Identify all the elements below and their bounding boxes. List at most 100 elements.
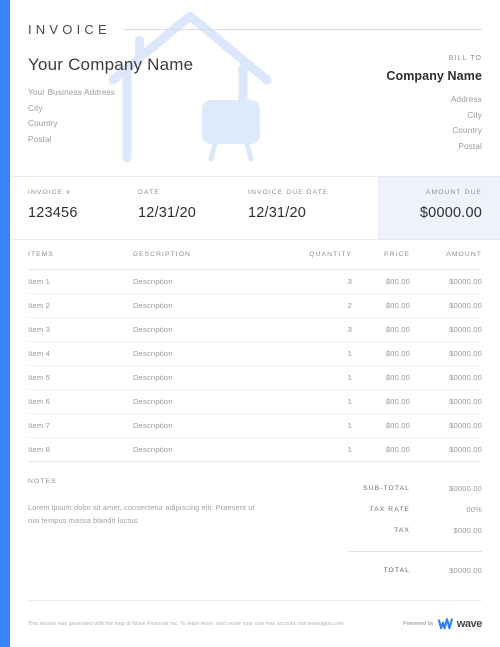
sender-country[interactable]: Country	[28, 116, 193, 132]
invoice-due-date-label: INVOICE DUE DATE	[248, 189, 329, 196]
price-cell: $00.00	[385, 325, 410, 334]
description-cell: Description	[133, 397, 173, 406]
quantity-cell: 1	[347, 373, 352, 382]
description-cell: Description	[133, 349, 173, 358]
items-table-header: ITEMS DESCRIPTION QUANTITY PRICE AMOUNT	[28, 240, 482, 270]
table-row[interactable]: Item 6 Description 1 $00.00 $0000.00	[28, 390, 482, 414]
tax-rate-value[interactable]: 00%	[420, 505, 482, 514]
total-value: $0000.00	[449, 566, 482, 575]
amount-due-label: AMOUNT DUE	[425, 189, 482, 196]
notes-block: NOTES Lorem ipsum dolor sit amet, consec…	[28, 478, 318, 581]
left-accent-bar	[0, 0, 10, 647]
powered-by-block: Powered by wave	[403, 618, 482, 630]
column-header-price: PRICE	[383, 251, 410, 258]
price-cell: $00.00	[385, 445, 410, 454]
amount-cell: $0000.00	[449, 301, 482, 310]
tax-rate-row: TAX RATE 00%	[318, 499, 482, 520]
sender-address-line[interactable]: Your Business Address	[28, 85, 193, 101]
column-header-quantity: QUANTITY	[309, 251, 352, 258]
description-cell: Description	[133, 301, 173, 310]
invoice-number-value[interactable]: 123456	[28, 205, 138, 221]
bill-to-company-name[interactable]: Company Name	[386, 69, 482, 83]
amount-cell: $0000.00	[449, 421, 482, 430]
invoice-meta-fields: INVOICE # 123456 DATE 12/31/20 INVOICE D…	[10, 177, 378, 239]
powered-by-label: Powered by	[403, 621, 434, 627]
sub-total-row: SUB-TOTAL $0000.00	[318, 478, 482, 499]
bill-to-country[interactable]: Country	[386, 123, 482, 139]
item-cell: Item 4	[28, 349, 51, 358]
amount-cell: $0000.00	[449, 445, 482, 454]
sender-city[interactable]: City	[28, 101, 193, 117]
table-row[interactable]: Item 8 Description 1 $00.00 $0000.00	[28, 438, 482, 462]
invoice-header: Your Company Name Your Business Address …	[10, 37, 500, 154]
item-cell: Item 6	[28, 397, 51, 406]
invoice-title-row: INVOICE	[10, 0, 500, 37]
totals-divider	[348, 551, 482, 552]
invoice-date-label: DATE	[138, 189, 160, 196]
quantity-cell: 3	[347, 325, 352, 334]
wave-wordmark: wave	[456, 618, 483, 630]
price-cell: $00.00	[385, 277, 410, 286]
table-row[interactable]: Item 2 Description 2 $00.00 $0000.00	[28, 294, 482, 318]
invoice-due-date-field: INVOICE DUE DATE 12/31/20	[248, 189, 378, 239]
invoice-number-label: INVOICE #	[28, 189, 72, 196]
description-cell: Description	[133, 325, 173, 334]
footer-divider	[28, 600, 482, 601]
column-header-items: ITEMS	[28, 251, 55, 258]
sender-company-name[interactable]: Your Company Name	[28, 55, 193, 75]
tax-row: TAX $000.00	[318, 520, 482, 541]
page-footer: This invoice was generated with the help…	[28, 618, 482, 630]
table-row[interactable]: Item 1 Description 3 $00.00 $0000.00	[28, 270, 482, 294]
total-row: TOTAL $0000.00	[318, 560, 482, 581]
description-cell: Description	[133, 277, 173, 286]
table-row[interactable]: Item 3 Description 3 $00.00 $0000.00	[28, 318, 482, 342]
invoice-due-date-value[interactable]: 12/31/20	[248, 205, 378, 221]
wave-logo-icon	[437, 618, 453, 630]
totals-block: SUB-TOTAL $0000.00 TAX RATE 00% TAX $000…	[318, 478, 482, 581]
item-cell: Item 3	[28, 325, 51, 334]
tax-rate-label: TAX RATE	[369, 506, 410, 513]
invoice-date-field: DATE 12/31/20	[138, 189, 248, 239]
table-row[interactable]: Item 5 Description 1 $00.00 $0000.00	[28, 366, 482, 390]
amount-cell: $0000.00	[449, 397, 482, 406]
price-cell: $00.00	[385, 301, 410, 310]
table-row[interactable]: Item 7 Description 1 $00.00 $0000.00	[28, 414, 482, 438]
table-row[interactable]: Item 4 Description 1 $00.00 $0000.00	[28, 342, 482, 366]
amount-cell: $0000.00	[449, 373, 482, 382]
sub-total-label: SUB-TOTAL	[363, 485, 410, 492]
bill-to-postal[interactable]: Postal	[386, 139, 482, 155]
invoice-meta-strip: INVOICE # 123456 DATE 12/31/20 INVOICE D…	[10, 176, 500, 240]
bill-to-city[interactable]: City	[386, 108, 482, 124]
tax-label: TAX	[394, 527, 410, 534]
item-cell: Item 2	[28, 301, 51, 310]
item-cell: Item 5	[28, 373, 51, 382]
column-header-amount: AMOUNT	[446, 251, 482, 258]
invoice-page: INVOICE Your Company Name Your Business …	[10, 0, 500, 647]
description-cell: Description	[133, 373, 173, 382]
amount-cell: $0000.00	[449, 349, 482, 358]
total-label: TOTAL	[383, 567, 410, 574]
bill-to-label: BILL TO	[448, 55, 482, 62]
invoice-date-value[interactable]: 12/31/20	[138, 205, 248, 221]
column-header-description: DESCRIPTION	[133, 251, 191, 258]
sender-postal[interactable]: Postal	[28, 132, 193, 148]
quantity-cell: 2	[347, 301, 352, 310]
sender-block: Your Company Name Your Business Address …	[28, 55, 193, 154]
quantity-cell: 1	[347, 397, 352, 406]
description-cell: Description	[133, 421, 173, 430]
bill-to-address[interactable]: Address	[386, 92, 482, 108]
notes-and-totals: NOTES Lorem ipsum dolor sit amet, consec…	[10, 462, 500, 581]
page-title: INVOICE	[28, 22, 111, 37]
sub-total-value: $0000.00	[449, 484, 482, 493]
price-cell: $00.00	[385, 349, 410, 358]
notes-text[interactable]: Lorem ipsum dolor sit amet, consectetur …	[28, 501, 268, 527]
price-cell: $00.00	[385, 373, 410, 382]
price-cell: $00.00	[385, 421, 410, 430]
tax-value: $000.00	[453, 526, 482, 535]
quantity-cell: 3	[347, 277, 352, 286]
bill-to-block: BILL TO Company Name Address City Countr…	[386, 55, 482, 154]
invoice-number-field: INVOICE # 123456	[28, 189, 138, 239]
quantity-cell: 1	[347, 445, 352, 454]
quantity-cell: 1	[347, 421, 352, 430]
description-cell: Description	[133, 445, 173, 454]
